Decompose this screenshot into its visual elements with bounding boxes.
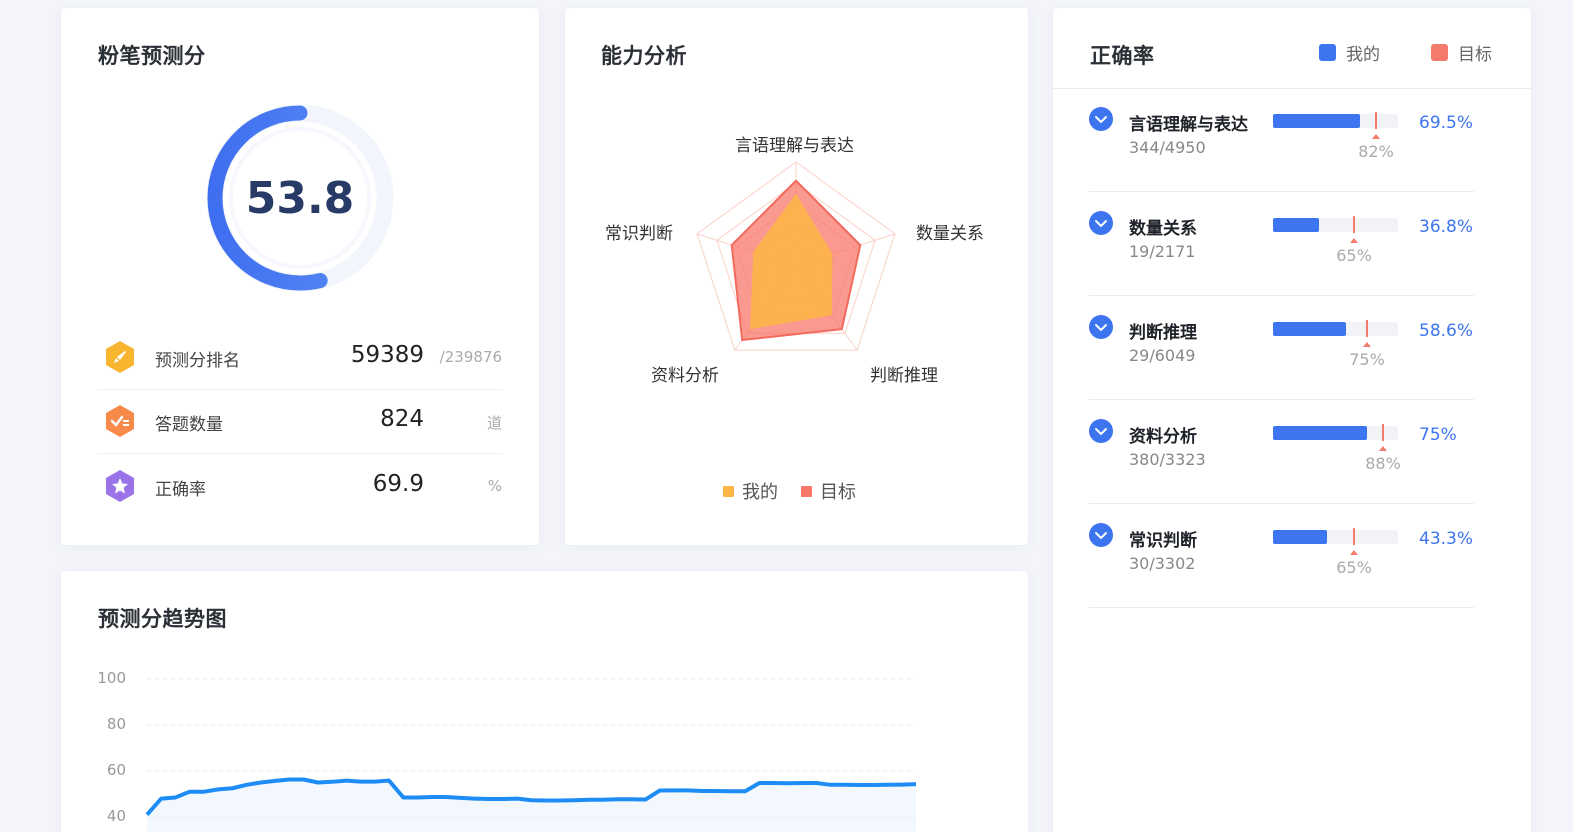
stat-row-accuracy: 正确率 69.9 % (98, 455, 502, 519)
target-marker-line (1353, 528, 1355, 545)
category-name: 常识判断 (1129, 531, 1197, 551)
category-name: 言语理解与表达 (1129, 115, 1248, 135)
category-name: 资料分析 (1129, 427, 1197, 447)
category-count: 29/6049 (1129, 346, 1196, 365)
accuracy-bar-track: 82% (1273, 112, 1398, 161)
radar-axis-label: 资料分析 (651, 366, 719, 386)
chevron-down-icon[interactable] (1089, 419, 1113, 443)
radar-legend-target[interactable]: 目标 (801, 478, 856, 504)
score-trend-card: 预测分趋势图 100 80 60 40 (61, 571, 1028, 832)
predicted-score-value: 53.8 (245, 172, 355, 224)
target-marker-triangle (1363, 342, 1371, 347)
chevron-down-icon[interactable] (1089, 523, 1113, 547)
radar-axis-label: 数量关系 (916, 224, 984, 244)
radar-axis-label: 常识判断 (605, 224, 673, 244)
card-title: 正确率 (1090, 44, 1155, 68)
target-marker-triangle (1350, 238, 1358, 243)
legend-label-target: 目标 (1458, 45, 1492, 65)
target-label: 82% (1358, 142, 1394, 161)
chevron-down-icon[interactable] (1089, 107, 1113, 131)
accuracy-bar-fill (1273, 322, 1346, 336)
radar-legend-mine[interactable]: 我的 (723, 478, 778, 504)
accuracy-bar-track: 65% (1273, 528, 1398, 577)
chevron-down-icon[interactable] (1089, 315, 1113, 339)
radar-chart (696, 161, 896, 351)
legend-label-mine: 我的 (1346, 45, 1380, 65)
stat-label: 答题数量 (155, 415, 223, 435)
legend-label-target: 目标 (820, 482, 856, 503)
stat-label: 正确率 (155, 480, 206, 500)
accuracy-row[interactable]: 资料分析 380/3323 88% 75% (1089, 400, 1474, 504)
legend-swatch-mine (1319, 44, 1336, 61)
target-label: 65% (1336, 558, 1372, 577)
stat-unit: % (487, 477, 502, 495)
category-count: 19/2171 (1129, 242, 1196, 261)
accuracy-row[interactable]: 数量关系 19/2171 65% 36.8% (1089, 192, 1474, 296)
accuracy-percent: 58.6% (1419, 321, 1474, 341)
trend-area (147, 779, 916, 832)
trend-line-chart (145, 678, 917, 832)
stat-value: 59389 (350, 342, 424, 368)
stat-label: 预测分排名 (155, 351, 240, 371)
star-icon (106, 470, 134, 502)
legend-swatch-mine (723, 485, 734, 497)
accuracy-row[interactable]: 常识判断 30/3302 65% 43.3% (1089, 504, 1474, 608)
target-label: 65% (1336, 246, 1372, 265)
accuracy-bar-fill (1273, 426, 1367, 440)
target-marker-triangle (1350, 550, 1358, 555)
card-title: 粉笔预测分 (98, 44, 206, 68)
ability-analysis-card: 能力分析 言语理解与表达 数量关系 判断推理 资料分析 常识判断 我的 目标 (565, 8, 1028, 545)
category-name: 数量关系 (1129, 219, 1197, 239)
stat-row-rank: 预测分排名 59389 /239876 (98, 326, 502, 390)
accuracy-bar-track: 75% (1273, 320, 1398, 369)
accuracy-bar-track: 65% (1273, 216, 1398, 265)
accuracy-percent: 43.3% (1419, 529, 1474, 549)
accuracy-percent: 69.5% (1419, 113, 1474, 133)
radar-axis-label: 判断推理 (870, 366, 938, 386)
category-count: 344/4950 (1129, 138, 1206, 157)
target-label: 75% (1349, 350, 1385, 369)
accuracy-bar-fill (1273, 114, 1360, 128)
stat-row-answered: 答题数量 824 道 (98, 390, 502, 454)
accuracy-percent: 75% (1419, 425, 1457, 445)
accuracy-bar-fill (1273, 218, 1319, 232)
stat-value: 69.9 (372, 471, 424, 497)
radar-axis-label: 言语理解与表达 (735, 136, 854, 156)
accuracy-percent: 36.8% (1419, 217, 1474, 237)
category-name: 判断推理 (1129, 323, 1197, 343)
target-marker-triangle (1379, 446, 1387, 451)
legend-swatch-target (1431, 44, 1448, 61)
check-list-icon (106, 405, 134, 437)
rocket-icon (106, 341, 134, 373)
target-marker-line (1353, 216, 1355, 233)
target-marker-line (1382, 424, 1384, 441)
accuracy-bar-fill (1273, 530, 1327, 544)
target-label: 88% (1365, 454, 1401, 473)
category-count: 380/3323 (1129, 450, 1206, 469)
legend-swatch-target (801, 485, 812, 497)
accuracy-legend-target[interactable]: 目标 (1431, 40, 1492, 65)
stat-unit: 道 (486, 414, 502, 432)
category-count: 30/3302 (1129, 554, 1196, 573)
chevron-down-icon[interactable] (1089, 211, 1113, 235)
accuracy-row[interactable]: 判断推理 29/6049 75% 58.6% (1089, 296, 1474, 400)
accuracy-card: 正确率 我的 目标 言语理解与表达 344/4950 82% 69.5% 数量关… (1053, 8, 1531, 832)
target-marker-triangle (1372, 134, 1380, 139)
target-marker-line (1375, 112, 1377, 129)
stat-value: 824 (380, 406, 424, 432)
target-marker-line (1366, 320, 1368, 337)
legend-label-mine: 我的 (742, 482, 778, 503)
predicted-score-card: 粉笔预测分 53.8 预测分排名 59389 /239876 答题数量 824 … (61, 8, 539, 545)
accuracy-row[interactable]: 言语理解与表达 344/4950 82% 69.5% (1089, 88, 1474, 192)
accuracy-bar-track: 88% (1273, 424, 1401, 473)
stat-unit: /239876 (439, 348, 502, 366)
accuracy-legend-mine[interactable]: 我的 (1319, 40, 1380, 65)
